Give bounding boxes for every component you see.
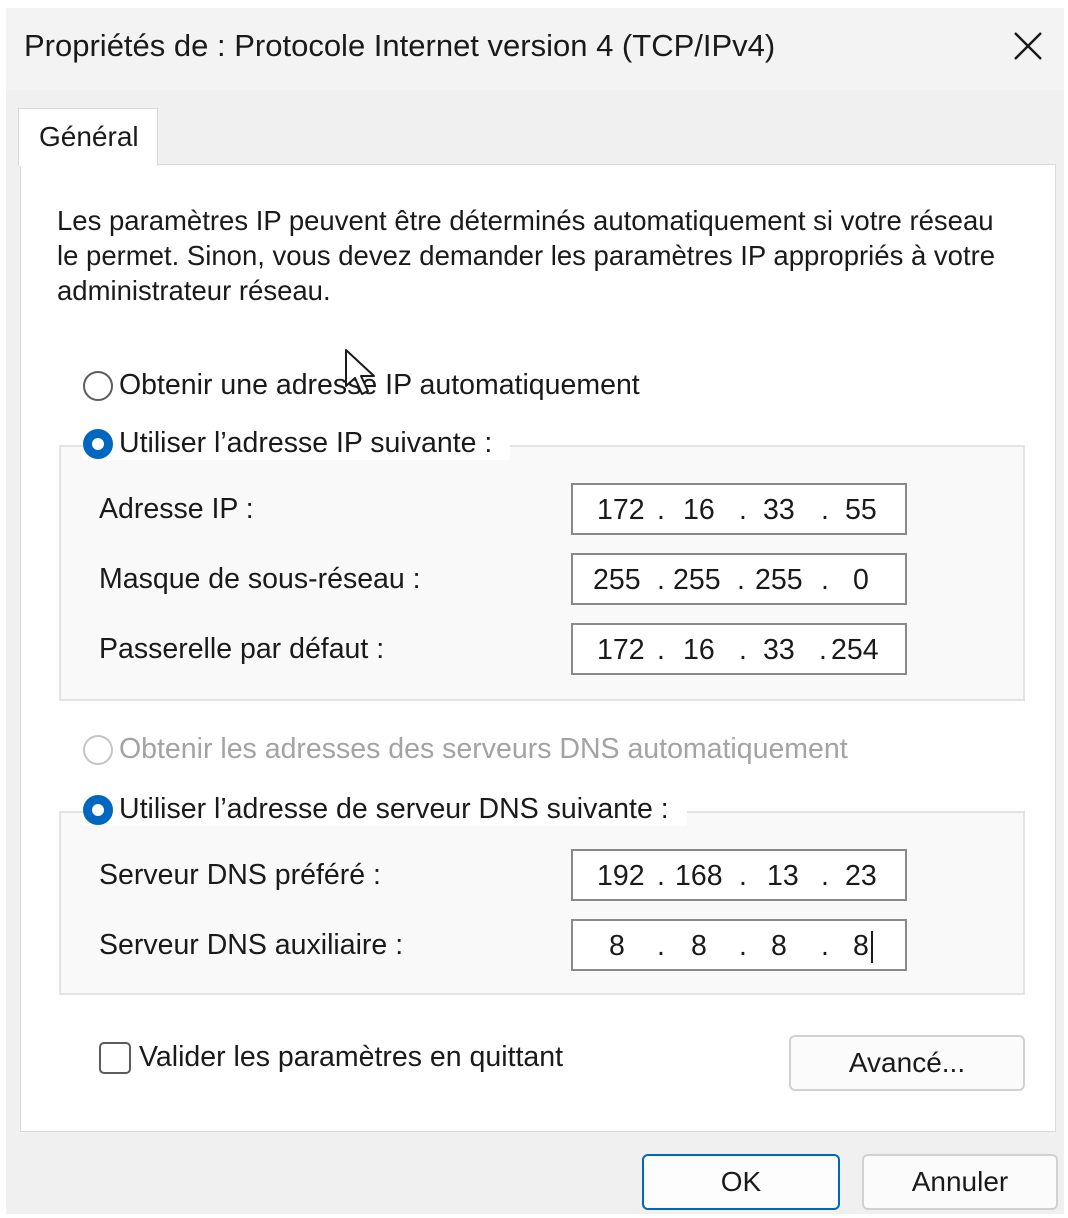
ip-address-label: Adresse IP : — [99, 493, 254, 525]
alternate-dns-input[interactable]: 8 . 8 . 8 . 8 — [571, 919, 907, 971]
radio-dns-manual[interactable]: Utiliser l’adresse de serveur DNS suivan… — [83, 793, 687, 826]
cancel-button[interactable]: Annuler — [862, 1154, 1058, 1210]
default-gateway-input[interactable]: 172 . 16 . 33 . 254 — [571, 623, 907, 675]
radio-dns-manual-button[interactable] — [83, 794, 113, 825]
ip-address-input[interactable]: 172 . 16 . 33 . 55 — [571, 483, 907, 535]
subnet-mask-label: Masque de sous-réseau : — [99, 563, 421, 595]
ipv4-properties-dialog: Propriétés de : Protocole Internet versi… — [6, 8, 1064, 1214]
preferred-dns-label: Serveur DNS préféré : — [99, 859, 381, 891]
validate-on-exit-checkbox[interactable] — [99, 1041, 131, 1074]
validate-on-exit[interactable]: Valider les paramètres en quittant — [99, 1041, 563, 1074]
radio-ip-manual-button[interactable] — [83, 428, 113, 459]
title-bar: Propriétés de : Protocole Internet versi… — [6, 8, 1064, 90]
subnet-mask-input[interactable]: 255 . 255 . 255 . 0 — [571, 553, 907, 605]
tab-general[interactable]: Général — [18, 108, 158, 166]
radio-dns-auto-label: Obtenir les adresses des serveurs DNS au… — [119, 733, 848, 765]
radio-ip-auto-label: Obtenir une adresse IP automatiquement — [119, 369, 640, 401]
preferred-dns-input[interactable]: 192 . 168 . 13 . 23 — [571, 849, 907, 901]
mouse-pointer-icon — [345, 349, 375, 395]
tab-general-label: Général — [39, 121, 139, 152]
ok-button[interactable]: OK — [642, 1154, 840, 1210]
radio-dns-auto[interactable]: Obtenir les adresses des serveurs DNS au… — [83, 733, 848, 766]
intro-text: Les paramètres IP peuvent être déterminé… — [57, 205, 996, 306]
radio-ip-manual[interactable]: Utiliser l’adresse IP suivante : — [83, 427, 511, 460]
validate-on-exit-label: Valider les paramètres en quittant — [139, 1041, 564, 1073]
advanced-button[interactable]: Avancé... — [789, 1035, 1025, 1091]
radio-dns-auto-button[interactable] — [83, 734, 113, 765]
window-title: Propriétés de : Protocole Internet versi… — [24, 28, 776, 63]
general-panel: Les paramètres IP peuvent être déterminé… — [20, 164, 1056, 1132]
radio-ip-auto-button[interactable] — [83, 370, 113, 401]
radio-dns-manual-label: Utiliser l’adresse de serveur DNS suivan… — [119, 793, 669, 825]
close-icon — [1014, 32, 1042, 60]
default-gateway-label: Passerelle par défaut : — [99, 633, 385, 665]
alternate-dns-label: Serveur DNS auxiliaire : — [99, 929, 404, 961]
text-caret — [871, 931, 873, 963]
close-button[interactable] — [998, 16, 1058, 76]
radio-ip-manual-label: Utiliser l’adresse IP suivante : — [119, 427, 493, 459]
